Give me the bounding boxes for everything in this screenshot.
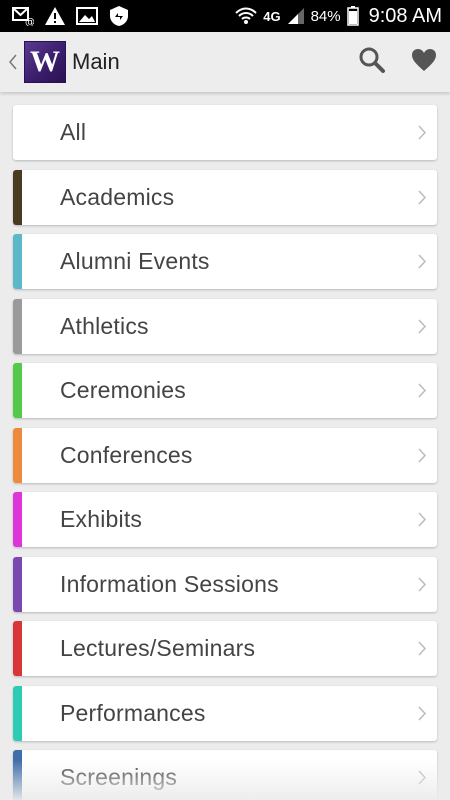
category-color-swatch	[13, 621, 22, 676]
chevron-right-icon	[407, 125, 437, 140]
category-color-swatch	[13, 234, 22, 289]
category-color-swatch	[13, 363, 22, 418]
category-color-swatch	[13, 170, 22, 225]
chevron-right-icon	[407, 512, 437, 527]
search-icon	[358, 46, 386, 79]
clock: 9:08 AM	[368, 4, 442, 27]
list-item-label: Alumni Events	[60, 248, 210, 274]
list-item-label: Performances	[60, 700, 206, 726]
list-item-ceremonies[interactable]: Ceremonies	[13, 363, 437, 418]
list-item-label: All	[60, 119, 87, 145]
list-item-athletics[interactable]: Athletics	[13, 299, 437, 354]
chevron-right-icon	[407, 448, 437, 463]
list-item-exhibits[interactable]: Exhibits	[13, 492, 437, 547]
email-notification-icon: @	[12, 6, 34, 26]
app-logo-letter: W	[30, 45, 60, 78]
category-color-swatch	[13, 299, 22, 354]
heart-icon	[410, 47, 438, 78]
notification-area: @	[12, 5, 130, 27]
list-item-label: Conferences	[60, 442, 193, 468]
battery-icon	[346, 6, 359, 26]
battery-percentage: 84%	[310, 7, 341, 25]
back-chevron-icon[interactable]	[4, 54, 22, 70]
list-item-label: Screenings	[60, 764, 178, 790]
image-icon	[76, 6, 98, 26]
list-item-performances[interactable]: Performances	[13, 686, 437, 741]
list-item-academics[interactable]: Academics	[13, 170, 437, 225]
list-item-screenings[interactable]: Screenings	[13, 750, 437, 800]
chevron-right-icon	[407, 254, 437, 269]
chevron-right-icon	[407, 770, 437, 785]
category-color-swatch	[13, 492, 22, 547]
chevron-right-icon	[407, 577, 437, 592]
list-item-label: Ceremonies	[60, 377, 186, 403]
svg-text:@: @	[25, 17, 34, 26]
category-color-swatch	[13, 750, 22, 800]
category-color-swatch	[13, 686, 22, 741]
signal-icon	[287, 7, 305, 25]
wifi-icon	[235, 7, 257, 25]
list-item-label: Academics	[60, 184, 175, 210]
search-button[interactable]	[346, 32, 398, 92]
list-item-alumni-events[interactable]: Alumni Events	[13, 234, 437, 289]
network-type-label: 4G	[263, 8, 281, 24]
system-status-area: 4G 84% 9:08 AM	[235, 5, 442, 28]
action-bar: W Main	[0, 32, 450, 92]
warning-icon	[44, 6, 66, 26]
category-color-swatch	[13, 557, 22, 612]
chevron-right-icon	[407, 190, 437, 205]
favorites-button[interactable]	[398, 32, 450, 92]
chevron-right-icon	[407, 383, 437, 398]
list-item-lectures-seminars[interactable]: Lectures/Seminars	[13, 621, 437, 676]
chevron-right-icon	[407, 319, 437, 334]
category-list[interactable]: All Academics Alumni Events Athletics Ce…	[0, 92, 450, 800]
category-color-swatch	[13, 428, 22, 483]
list-item-label: Lectures/Seminars	[60, 635, 256, 661]
list-item-label: Information Sessions	[60, 571, 279, 597]
list-item-conferences[interactable]: Conferences	[13, 428, 437, 483]
shield-sync-icon	[108, 5, 130, 27]
list-item-information-sessions[interactable]: Information Sessions	[13, 557, 437, 612]
list-item-label: Athletics	[60, 313, 149, 339]
status-bar: @ 4G 84% 9:08 AM	[0, 0, 450, 32]
list-item-all[interactable]: All	[13, 105, 437, 160]
chevron-right-icon	[407, 641, 437, 656]
page-title: Main	[72, 49, 120, 74]
chevron-right-icon	[407, 706, 437, 721]
list-item-label: Exhibits	[60, 506, 143, 532]
app-logo[interactable]: W	[24, 41, 66, 83]
